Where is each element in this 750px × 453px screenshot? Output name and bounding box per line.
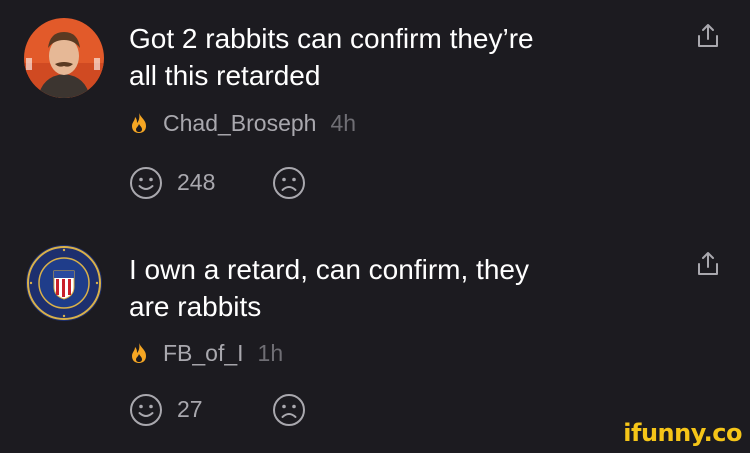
- comment-meta: FB_of_I 1h: [129, 340, 283, 366]
- smile-count: 248: [177, 169, 216, 195]
- comment-text: I own a retard, can confirm, they are ra…: [129, 254, 529, 322]
- username[interactable]: Chad_Broseph: [163, 110, 316, 137]
- smile-icon[interactable]: [129, 166, 163, 200]
- smile-count: 27: [177, 396, 203, 422]
- share-icon[interactable]: [694, 22, 722, 50]
- person-photo-icon: [24, 18, 104, 98]
- frown-icon[interactable]: [272, 393, 306, 427]
- flame-icon: [132, 343, 146, 363]
- flame-icon: [132, 113, 146, 133]
- vote-bar: 248: [129, 166, 329, 200]
- user-avatar[interactable]: [24, 243, 104, 323]
- comment-meta: Chad_Broseph 4h: [129, 110, 356, 136]
- user-avatar[interactable]: [24, 18, 104, 98]
- smile-icon[interactable]: [129, 393, 163, 427]
- comment-text: Got 2 rabbits can confirm they’re all th…: [129, 23, 534, 91]
- timestamp: 4h: [330, 109, 357, 136]
- timestamp: 1h: [257, 339, 284, 366]
- frown-icon[interactable]: [272, 166, 306, 200]
- ifunny-watermark: ifunny.co: [623, 419, 742, 447]
- username[interactable]: FB_of_I: [163, 340, 244, 367]
- vote-bar: 27: [129, 393, 329, 427]
- fbi-seal-icon: [24, 243, 104, 323]
- share-icon[interactable]: [694, 250, 722, 278]
